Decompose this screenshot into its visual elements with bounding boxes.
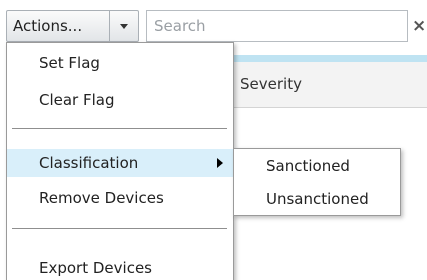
device-management-view: Actions... × Severity Set Flag Clear Fla… bbox=[0, 0, 427, 280]
menu-separator bbox=[12, 228, 227, 229]
actions-label: Actions... bbox=[13, 17, 83, 35]
search-input[interactable] bbox=[154, 17, 407, 35]
menu-item-classification[interactable]: Classification bbox=[7, 149, 233, 177]
column-header-severity[interactable]: Severity bbox=[240, 75, 302, 93]
chevron-right-icon bbox=[217, 158, 223, 168]
classification-submenu: Sanctioned Unsanctioned bbox=[233, 148, 401, 216]
actions-dropdown-toggle[interactable] bbox=[109, 11, 138, 41]
submenu-item-unsanctioned[interactable]: Unsanctioned bbox=[234, 185, 400, 213]
menu-item-export-devices[interactable]: Export Devices bbox=[7, 254, 233, 280]
actions-dropdown-button[interactable]: Actions... bbox=[6, 10, 139, 42]
submenu-item-sanctioned[interactable]: Sanctioned bbox=[234, 152, 400, 180]
search-box[interactable] bbox=[146, 10, 408, 42]
actions-menu: Set Flag Clear Flag Classification Remov… bbox=[6, 42, 234, 280]
menu-item-label: Classification bbox=[39, 154, 139, 172]
menu-item-remove-devices[interactable]: Remove Devices bbox=[7, 184, 233, 212]
menu-item-set-flag[interactable]: Set Flag bbox=[7, 49, 233, 77]
chevron-down-icon bbox=[120, 23, 128, 29]
menu-item-clear-flag[interactable]: Clear Flag bbox=[7, 86, 233, 114]
close-icon[interactable]: × bbox=[412, 14, 427, 38]
menu-separator bbox=[12, 128, 227, 129]
